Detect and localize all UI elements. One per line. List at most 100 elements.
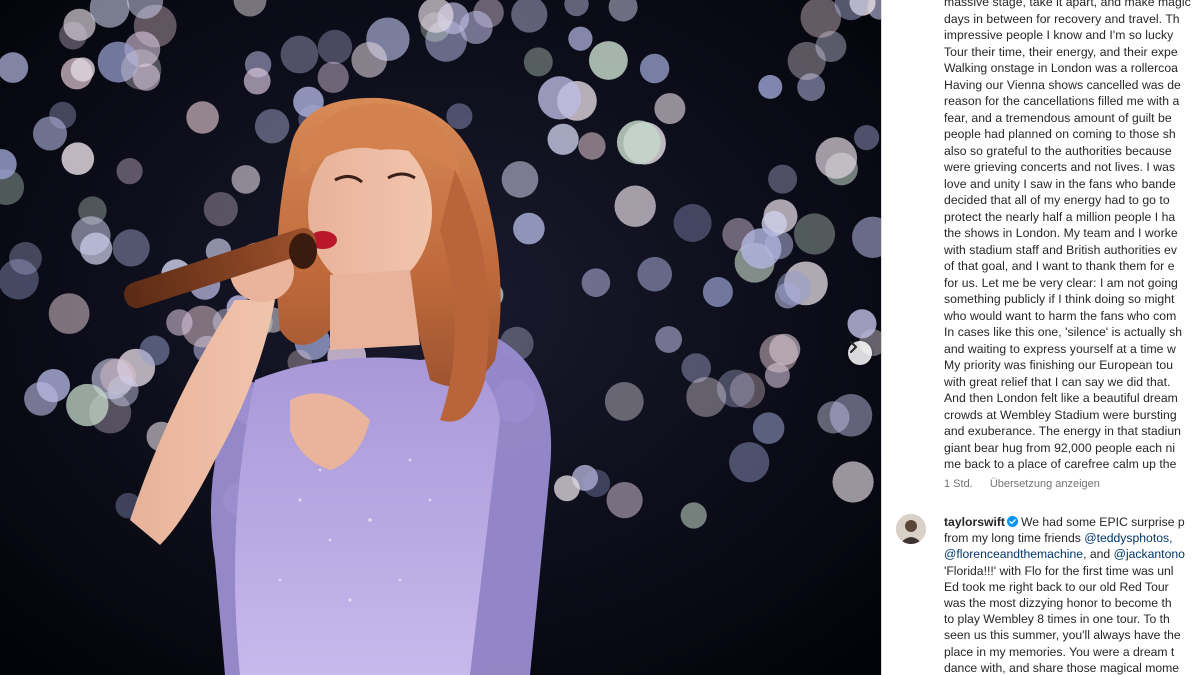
caption-line: My priority was finishing our European t… xyxy=(944,358,1174,372)
bokeh-light xyxy=(48,293,90,334)
post-caption: massive stage, take it apart, and make m… xyxy=(944,0,1200,473)
bokeh-light xyxy=(9,242,42,275)
bokeh-light xyxy=(70,57,95,82)
comment-text-line: was the most dizzying honor to become th xyxy=(944,596,1172,611)
caption-time: 1 Std. xyxy=(944,478,973,490)
bokeh-light xyxy=(768,164,798,194)
bokeh-light xyxy=(854,125,880,151)
bokeh-light xyxy=(741,228,782,269)
avatar[interactable] xyxy=(896,514,926,544)
comment: taylorswift We had some EPIC surprise p f… xyxy=(944,514,1200,675)
bokeh-light xyxy=(793,213,836,255)
bokeh-light xyxy=(254,109,290,144)
bokeh-light xyxy=(317,61,349,93)
caption-line: And then London felt like a beautiful dr… xyxy=(944,391,1178,405)
comment-text-line: to play Wembley 8 times in one tour. To … xyxy=(944,612,1170,627)
mention-link[interactable]: @florenceandthemachine xyxy=(944,547,1083,561)
comment-text-line: , and xyxy=(1083,547,1114,562)
bokeh-light xyxy=(654,93,686,125)
bokeh-light xyxy=(59,21,87,50)
bokeh-light xyxy=(639,53,670,84)
comment-text-line: We had some EPIC surprise p xyxy=(1020,515,1185,529)
caption-line: and exuberance. The energy in that stadi… xyxy=(944,424,1181,438)
caption-line: protect the nearly half a million people… xyxy=(944,209,1176,224)
translate-button[interactable]: Übersetzung anzeigen xyxy=(990,478,1100,490)
verified-badge-icon xyxy=(1006,516,1018,527)
carousel-next-button[interactable] xyxy=(848,341,872,365)
caption-line: of that goal, and I want to thank them f… xyxy=(944,259,1175,273)
bokeh-light xyxy=(61,142,95,175)
bokeh-light xyxy=(776,271,812,306)
bokeh-light xyxy=(614,185,656,227)
bokeh-light xyxy=(752,412,785,445)
comment-text-line: from my long time friends xyxy=(944,531,1085,546)
caption-line: people had planned on coming to those sh xyxy=(944,127,1176,141)
comment-text-line: 'Florida!!!' with Flo for the first time… xyxy=(944,563,1174,578)
bokeh-light xyxy=(832,461,874,503)
bokeh-light xyxy=(107,375,139,407)
bokeh-light xyxy=(547,123,579,155)
bokeh-light xyxy=(847,309,877,339)
bokeh-light xyxy=(351,42,388,78)
bokeh-light xyxy=(829,394,873,437)
caption-line: were grieving concerts and not lives. I … xyxy=(944,160,1176,174)
bokeh-light xyxy=(186,101,219,134)
caption-line: and waiting to express yourself at a tim… xyxy=(944,341,1176,356)
post-photo xyxy=(0,0,881,675)
bokeh-light xyxy=(66,383,109,427)
bokeh-light xyxy=(616,120,661,165)
caption-line: me back to a place of carefree calm up t… xyxy=(944,457,1177,471)
bokeh-light xyxy=(538,76,582,120)
caption-line: decided that all of my energy had to go … xyxy=(944,193,1170,207)
caption-line: for us. Let me be very clear: I am not g… xyxy=(944,275,1178,290)
bokeh-light xyxy=(787,41,826,81)
bokeh-light xyxy=(554,475,580,502)
concert-photo-illustration xyxy=(0,0,881,675)
bokeh-light xyxy=(702,277,733,307)
caption-line: reason for the cancellations filled me w… xyxy=(944,94,1180,108)
caption-line: who would want to harm the fans who com xyxy=(944,308,1177,323)
comment-username[interactable]: taylorswift xyxy=(944,515,1005,529)
bokeh-light xyxy=(578,132,606,160)
bokeh-light xyxy=(513,212,545,245)
bokeh-light xyxy=(71,216,111,256)
caption-line: with great relief that I can say we did … xyxy=(944,374,1171,389)
comment-text-line: Ed took me right back to our old Red Tou… xyxy=(944,579,1169,594)
caption-line: massive stage, take it apart, and make m… xyxy=(944,0,1191,9)
caption-line: with stadium staff and British authoriti… xyxy=(944,242,1178,257)
bokeh-light xyxy=(759,334,798,373)
bokeh-light xyxy=(501,161,539,198)
bokeh-light xyxy=(604,382,644,421)
bokeh-light xyxy=(116,158,143,185)
bokeh-light xyxy=(446,103,473,130)
bokeh-light xyxy=(680,502,707,529)
caption-line: also so grateful to the authorities beca… xyxy=(944,143,1172,158)
caption-line: In cases like this one, 'silence' is act… xyxy=(944,325,1183,339)
caption-line: Tour their time, their energy, and their… xyxy=(944,44,1178,59)
caption-line: days in between for recovery and travel.… xyxy=(944,11,1180,26)
caption-meta: 1 Std. Übersetzung anzeigen xyxy=(944,478,1114,490)
bokeh-light xyxy=(606,482,643,519)
bokeh-light xyxy=(49,101,77,129)
caption-line: love and unity I saw in the fans who ban… xyxy=(944,176,1176,191)
chevron-right-icon xyxy=(850,341,857,353)
bokeh-light xyxy=(24,381,58,416)
bokeh-light xyxy=(815,137,858,179)
bokeh-light xyxy=(243,67,271,95)
caption-line: something publicly if I think doing so m… xyxy=(944,292,1175,306)
bokeh-light xyxy=(568,26,593,51)
bokeh-light xyxy=(317,29,353,65)
bokeh-light xyxy=(231,165,261,194)
bokeh-light xyxy=(637,256,672,292)
bokeh-light xyxy=(280,35,319,74)
comments-pane: massive stage, take it apart, and make m… xyxy=(882,0,1200,675)
bokeh-light xyxy=(758,74,783,99)
caption-line: fear, and a tremendous amount of guilt b… xyxy=(944,110,1172,125)
comment-text-line: seen us this summer, you'll always have … xyxy=(944,628,1181,643)
caption-line: giant bear hug from 92,000 people each n… xyxy=(944,440,1176,455)
caption-line: crowds at Wembley Stadium were bursting xyxy=(944,407,1177,422)
mention-link[interactable]: @teddysphotos, xyxy=(1084,531,1172,545)
caption-line: Walking onstage in London was a rollerco… xyxy=(944,61,1178,75)
comment-text-line: place in my memories. You were a dream t xyxy=(944,644,1175,659)
mention-link[interactable]: @jackantono xyxy=(1114,547,1185,561)
